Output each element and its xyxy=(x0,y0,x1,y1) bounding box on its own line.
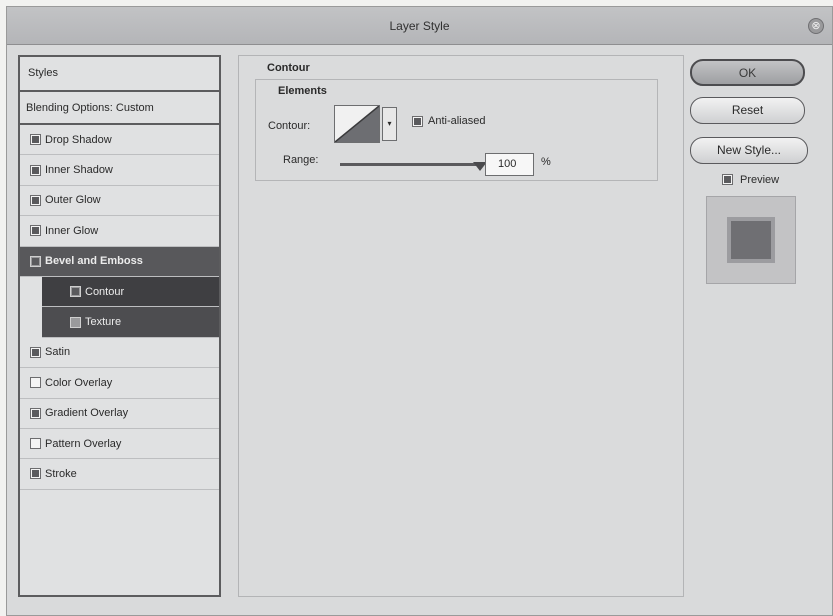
style-item-stroke[interactable]: Stroke xyxy=(20,459,219,490)
range-slider-track[interactable] xyxy=(340,163,480,166)
style-item-inner-glow[interactable]: Inner Glow xyxy=(20,216,219,247)
contour-group-title: Contour xyxy=(267,62,310,74)
style-item-checkbox[interactable] xyxy=(70,316,81,328)
style-item-label: Bevel and Emboss xyxy=(45,255,143,268)
styles-list-panel: Styles Blending Options: Custom Drop Sha… xyxy=(18,55,221,597)
style-item-satin[interactable]: Satin xyxy=(20,337,219,369)
contour-dropdown-icon[interactable]: ▾ xyxy=(382,107,397,141)
style-item-label: Outer Glow xyxy=(45,194,101,207)
style-item-label: Color Overlay xyxy=(45,376,113,389)
style-item-contour[interactable]: Contour xyxy=(42,276,219,308)
reset-button[interactable]: Reset xyxy=(690,97,805,124)
title-bar[interactable]: Layer Style ⊗ xyxy=(7,7,832,45)
ok-button[interactable]: OK xyxy=(690,59,805,86)
style-item-label: Gradient Overlay xyxy=(45,407,129,420)
style-item-checkbox[interactable] xyxy=(30,346,41,358)
style-item-pattern-overlay[interactable]: Pattern Overlay xyxy=(20,428,219,460)
contour-settings-panel: Contour Elements Contour: ▾ Anti-aliased… xyxy=(238,55,684,597)
style-item-label: Contour xyxy=(85,285,125,298)
style-item-label: Pattern Overlay xyxy=(45,437,122,450)
preview-checkbox[interactable] xyxy=(722,174,733,185)
elements-group-title: Elements xyxy=(278,85,327,97)
range-label: Range: xyxy=(283,154,319,166)
style-item-label: Texture xyxy=(85,316,122,329)
style-item-checkbox[interactable] xyxy=(30,194,41,206)
style-item-checkbox[interactable] xyxy=(30,164,41,176)
style-item-gradient-overlay[interactable]: Gradient Overlay xyxy=(20,398,219,429)
style-item-checkbox[interactable] xyxy=(30,438,41,450)
style-item-inner-shadow[interactable]: Inner Shadow xyxy=(20,155,219,186)
style-item-checkbox[interactable] xyxy=(30,377,41,389)
contour-label: Contour: xyxy=(268,120,311,132)
contour-curve-picker[interactable] xyxy=(334,105,380,143)
style-item-outer-glow[interactable]: Outer Glow xyxy=(20,185,219,217)
blending-options-item[interactable]: Blending Options: Custom xyxy=(20,92,219,125)
style-item-label: Satin xyxy=(45,346,71,359)
close-icon[interactable]: ⊗ xyxy=(808,18,824,34)
style-item-drop-shadow[interactable]: Drop Shadow xyxy=(20,125,219,156)
style-item-color-overlay[interactable]: Color Overlay xyxy=(20,368,219,399)
preview-label: Preview xyxy=(740,174,780,186)
style-item-bevel-and-emboss[interactable]: Bevel and Emboss xyxy=(20,246,219,277)
style-item-label: Inner Shadow xyxy=(45,164,113,177)
anti-aliased-checkbox[interactable] xyxy=(412,116,423,127)
style-preview-thumbnail xyxy=(706,196,796,284)
blending-options-label: Blending Options: Custom xyxy=(26,101,154,114)
elements-group: Elements Contour: ▾ Anti-aliased Range: … xyxy=(255,79,658,181)
style-item-texture[interactable]: Texture xyxy=(42,307,219,338)
style-item-checkbox[interactable] xyxy=(30,468,41,480)
anti-aliased-label: Anti-aliased xyxy=(428,115,486,127)
style-item-checkbox[interactable] xyxy=(30,255,41,267)
styles-header[interactable]: Styles xyxy=(20,57,219,92)
range-unit: % xyxy=(541,156,551,168)
contour-curve-icon xyxy=(335,106,379,142)
style-item-checkbox[interactable] xyxy=(30,134,41,146)
style-item-label: Stroke xyxy=(45,467,77,480)
style-item-label: Drop Shadow xyxy=(45,133,112,146)
style-item-label: Inner Glow xyxy=(45,224,99,237)
style-item-checkbox[interactable] xyxy=(30,407,41,419)
style-preview-sample xyxy=(727,217,775,263)
new-style-button[interactable]: New Style... xyxy=(690,137,808,164)
style-item-checkbox[interactable] xyxy=(30,225,41,237)
range-input[interactable]: 100 xyxy=(485,153,534,176)
dialog-title: Layer Style xyxy=(389,19,450,33)
style-item-checkbox[interactable] xyxy=(70,286,81,298)
